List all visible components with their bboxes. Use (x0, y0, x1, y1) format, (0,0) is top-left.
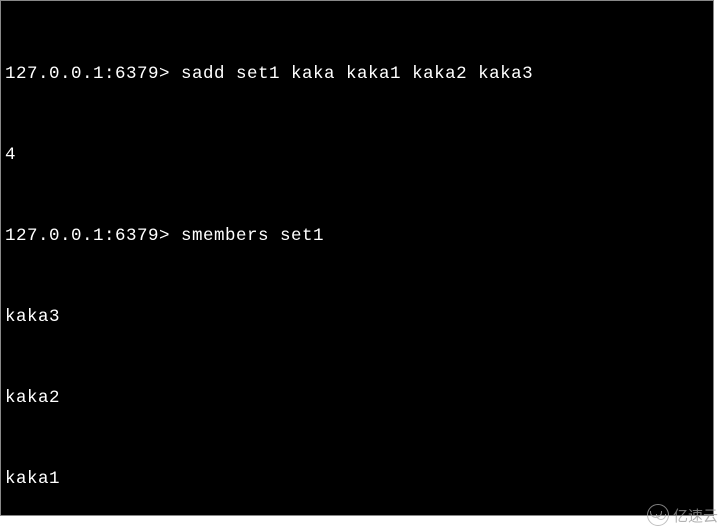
terminal-line-output: kaka1 (5, 466, 709, 493)
watermark-text: 亿速云 (673, 505, 718, 526)
terminal-line-output: kaka2 (5, 385, 709, 412)
terminal-line-cmd: 127.0.0.1:6379> sadd set1 kaka kaka1 kak… (5, 61, 709, 88)
terminal-line-output: 4 (5, 142, 709, 169)
cloud-logo-icon (647, 504, 669, 526)
terminal-line-cmd: 127.0.0.1:6379> smembers set1 (5, 223, 709, 250)
watermark: 亿速云 (647, 504, 718, 526)
terminal-line-output: kaka3 (5, 304, 709, 331)
terminal-window[interactable]: 127.0.0.1:6379> sadd set1 kaka kaka1 kak… (0, 0, 714, 516)
